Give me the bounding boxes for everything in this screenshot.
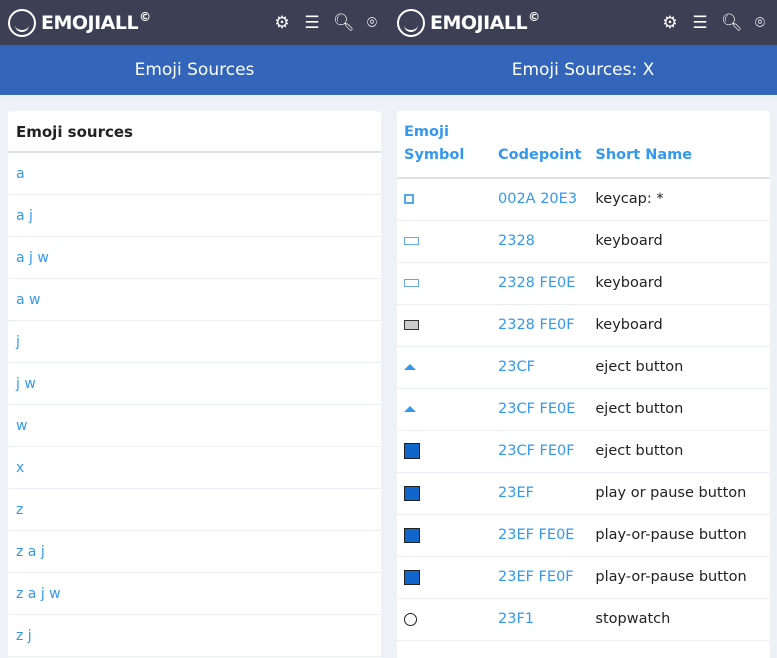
table-row[interactable]: 23CF eject button [397,346,770,389]
table-row[interactable]: 23CF FE0E eject button [397,388,770,431]
codepoint-link[interactable]: 23CF FE0F [491,430,589,473]
stopwatch-icon [404,612,417,626]
menu-icon[interactable]: ☰ [691,13,709,33]
emoji-symbol [397,304,491,347]
source-link[interactable]: x [8,447,381,489]
keyboard-icon [404,320,419,330]
eject-icon [404,364,416,370]
emoji-symbol [397,430,491,473]
logo[interactable]: EMOJIALL © [397,8,540,37]
col-symbol[interactable]: Emoji Symbol [397,111,491,179]
page-title: Emoji Sources: X [389,45,777,95]
brand-name: EMOJIALL [430,11,528,34]
codepoint-link[interactable]: 23F1 [491,598,589,641]
top-nav: EMOJIALL © ⚙ ☰ 🔍︎ ⌾ [0,0,389,45]
emoji-table: Emoji Symbol Codepoint Short Name 002A 2… [397,111,770,658]
source-link[interactable]: z [8,489,381,531]
codepoint-link[interactable]: 2328 FE0F [491,304,589,347]
table-row[interactable]: 2328 FE0F keyboard [397,304,770,347]
short-name: keyboard [588,220,770,263]
keyboard-icon [404,237,419,245]
emoji-symbol [397,640,491,658]
brand-mark: © [139,9,151,24]
logo[interactable]: EMOJIALL © [8,8,151,37]
emoji-symbol [397,598,491,641]
short-name: keyboard [588,262,770,305]
table-row[interactable]: 23EF FE0E play-or-pause button [397,514,770,557]
emoji-symbol [397,220,491,263]
top-nav: EMOJIALL © ⚙ ☰ 🔍︎ ⌾ [389,0,777,45]
play-pause-icon [404,569,420,585]
brand-mark: © [528,9,540,24]
table-row[interactable]: 23F1 stopwatch [397,598,770,641]
codepoint-link[interactable]: 23EF FE0F [491,556,589,599]
source-link[interactable]: a [8,153,381,195]
emoji-symbol [397,262,491,305]
location-pin-icon[interactable]: ⌾ [751,13,769,33]
table-row[interactable]: 2328 FE0E keyboard [397,262,770,305]
emoji-table-card: Emoji Symbol Codepoint Short Name 002A 2… [397,111,770,658]
codepoint-link[interactable]: 23CF FE0E [491,388,589,431]
eject-icon [404,406,416,412]
table-row[interactable]: 23EF FE0F play-or-pause button [397,556,770,599]
short-name: eject button [588,430,770,473]
search-icon[interactable]: 🔍︎ [721,13,743,33]
codepoint-link[interactable]: 2328 [491,220,589,263]
emoji-symbol [397,556,491,599]
short-name: play-or-pause button [588,514,770,557]
keyboard-icon [404,279,419,287]
wink-face-icon [8,8,36,37]
codepoint-link[interactable]: 23EF FE0E [491,514,589,557]
short-name: eject button [588,346,770,389]
play-pause-icon [404,527,420,543]
card-title: Emoji sources [8,111,381,153]
table-row[interactable]: 2328 keyboard [397,220,770,263]
left-pane: EMOJIALL © ⚙ ☰ 🔍︎ ⌾ Emoji Sources Emoji s… [0,0,389,658]
short-name: play or pause button [588,472,770,515]
emoji-symbol [397,178,491,221]
source-link[interactable]: w [8,405,381,447]
source-link[interactable]: z a j w [8,573,381,615]
sliders-icon[interactable]: ⚙ [661,13,679,33]
eject-button-icon [404,443,420,459]
source-link[interactable]: j [8,321,381,363]
source-link[interactable]: a j [8,195,381,237]
emoji-symbol [397,472,491,515]
col-codepoint[interactable]: Codepoint [491,111,589,179]
brand-name: EMOJIALL [41,11,139,34]
source-link[interactable]: j w [8,363,381,405]
keycap-asterisk-icon [404,194,414,205]
wink-face-icon [397,8,425,37]
codepoint-link[interactable]: 23EF [491,472,589,515]
table-row[interactable] [397,640,770,658]
right-pane: EMOJIALL © ⚙ ☰ 🔍︎ ⌾ Emoji Sources: X Emoj… [389,0,777,658]
short-name: play-or-pause button [588,556,770,599]
sources-card: Emoji sources aa ja j wa wjj wwxzz a jz … [8,111,381,658]
codepoint-link[interactable]: 23CF [491,346,589,389]
source-link[interactable]: z a j [8,531,381,573]
source-link[interactable]: z j [8,615,381,657]
table-row[interactable]: 23CF FE0F eject button [397,430,770,473]
location-pin-icon[interactable]: ⌾ [363,13,381,33]
short-name: eject button [588,388,770,431]
emoji-symbol [397,514,491,557]
source-link[interactable]: a j w [8,237,381,279]
table-row[interactable]: 002A 20E3 keycap: * [397,178,770,221]
menu-icon[interactable]: ☰ [303,13,321,33]
search-icon[interactable]: 🔍︎ [333,13,355,33]
page-title: Emoji Sources [0,45,389,95]
table-row[interactable]: 23EF play or pause button [397,472,770,515]
codepoint-link[interactable]: 2328 FE0E [491,262,589,305]
emoji-symbol [397,346,491,389]
sliders-icon[interactable]: ⚙ [273,13,291,33]
short-name: keyboard [588,304,770,347]
short-name: stopwatch [588,598,770,641]
source-link[interactable]: a w [8,279,381,321]
short-name: keycap: * [588,178,770,221]
emoji-symbol [397,388,491,431]
play-pause-icon [404,485,420,501]
codepoint-link[interactable]: 002A 20E3 [491,178,589,221]
col-short-name[interactable]: Short Name [588,111,770,179]
